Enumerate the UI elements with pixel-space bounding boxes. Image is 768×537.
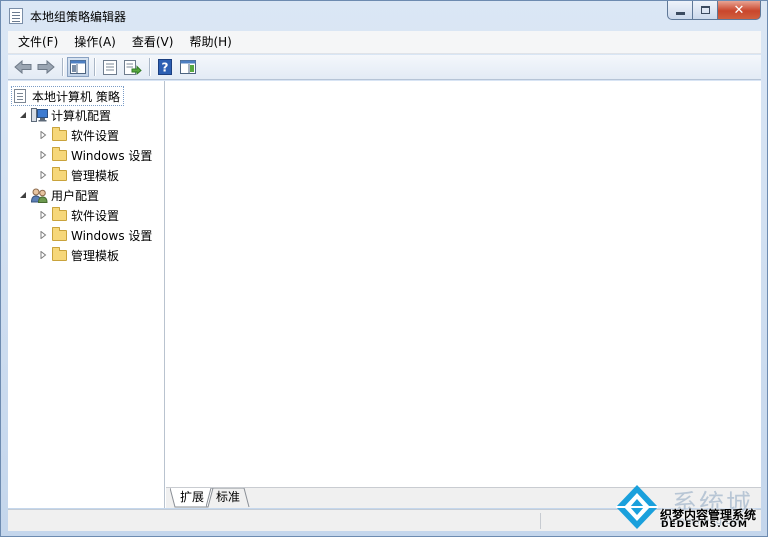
svg-text:?: ? (162, 61, 169, 75)
title-bar[interactable]: 本地组策略编辑器 ✕ (1, 1, 767, 31)
maximize-icon (700, 6, 710, 14)
tree-root-label: 本地计算机 策略 (32, 89, 120, 104)
show-action-pane-icon (180, 60, 196, 74)
content-area: 本地计算机 策略 计算机配置 软件设置 Windows 设置 管理模板 用户配置… (8, 81, 761, 508)
policy-document-icon (9, 8, 23, 24)
folder-icon (51, 227, 67, 243)
show-action-pane-button[interactable] (177, 57, 199, 77)
expanded-arrow-icon[interactable] (17, 109, 29, 121)
windows-logo-icon (616, 485, 658, 529)
tab-extended[interactable]: 扩展 (170, 488, 214, 508)
folder-icon (51, 127, 67, 143)
menu-view[interactable]: 查看(V) (124, 31, 182, 54)
show-hide-tree-button[interactable] (67, 57, 89, 77)
menu-help[interactable]: 帮助(H) (181, 31, 239, 54)
collapsed-arrow-icon[interactable] (37, 209, 49, 221)
tree-item-computer-software-settings[interactable]: 软件设置 (37, 125, 119, 145)
tree-item-computer-windows-settings[interactable]: Windows 设置 (37, 145, 152, 165)
collapsed-arrow-icon[interactable] (37, 169, 49, 181)
menu-bar: 文件(F) 操作(A) 查看(V) 帮助(H) (8, 31, 761, 54)
properties-icon (103, 59, 117, 75)
tree-item-label: 计算机配置 (51, 108, 112, 123)
window-controls: ✕ (667, 1, 761, 20)
collapsed-arrow-icon[interactable] (37, 129, 49, 141)
tab-label: 标准 (216, 490, 241, 504)
collapsed-arrow-icon[interactable] (37, 229, 49, 241)
forward-arrow-icon (37, 60, 55, 74)
expanded-arrow-icon[interactable] (17, 189, 29, 201)
help-icon: ? (158, 59, 172, 75)
toolbar-separator (94, 58, 95, 76)
folder-icon (51, 247, 67, 263)
folder-icon (51, 207, 67, 223)
tree-root[interactable]: 本地计算机 策略 (11, 86, 124, 106)
tree-item-user-config[interactable]: 用户配置 (17, 185, 99, 205)
tree-item-user-windows-settings[interactable]: Windows 设置 (37, 225, 152, 245)
users-icon (30, 187, 48, 203)
show-hide-tree-icon (70, 60, 86, 74)
tree-item-label: 管理模板 (71, 248, 120, 263)
export-list-button[interactable] (122, 57, 144, 77)
window-title: 本地组策略编辑器 (30, 10, 127, 24)
policy-document-icon (12, 88, 28, 104)
forward-button[interactable] (35, 57, 57, 77)
menu-action[interactable]: 操作(A) (66, 31, 124, 54)
tree-item-user-software-settings[interactable]: 软件设置 (37, 205, 119, 225)
collapsed-arrow-icon[interactable] (37, 149, 49, 161)
tree-item-computer-config[interactable]: 计算机配置 (17, 105, 111, 125)
tree-item-user-admin-templates[interactable]: 管理模板 (37, 245, 119, 265)
status-divider (540, 513, 541, 529)
tree-item-label: 软件设置 (71, 208, 120, 223)
tree-item-computer-admin-templates[interactable]: 管理模板 (37, 165, 119, 185)
tree-item-label: 软件设置 (71, 128, 120, 143)
tree-item-label: 用户配置 (51, 188, 100, 203)
folder-icon (51, 147, 67, 163)
tree-item-label: Windows 设置 (71, 228, 153, 243)
tree-pane[interactable]: 本地计算机 策略 计算机配置 软件设置 Windows 设置 管理模板 用户配置… (8, 81, 165, 508)
minimize-icon (675, 11, 685, 15)
close-button[interactable]: ✕ (718, 1, 761, 20)
watermark-line2: DEDECMS.COM (661, 520, 748, 530)
back-button[interactable] (12, 57, 34, 77)
export-list-icon (124, 59, 142, 75)
toolbar: ? (8, 55, 761, 80)
close-icon: ✕ (733, 2, 745, 18)
properties-button[interactable] (99, 57, 121, 77)
computer-icon (31, 107, 48, 123)
back-arrow-icon (14, 60, 32, 74)
toolbar-separator (62, 58, 63, 76)
collapsed-arrow-icon[interactable] (37, 249, 49, 261)
toolbar-separator (149, 58, 150, 76)
tree-item-label: 管理模板 (71, 168, 120, 183)
tab-label: 扩展 (180, 490, 205, 504)
maximize-button[interactable] (693, 1, 718, 20)
tree-item-label: Windows 设置 (71, 148, 153, 163)
menu-file[interactable]: 文件(F) (8, 31, 66, 54)
watermark: 系统城 xitongcheng.com 织梦内容管理系统 DEDECMS.COM (612, 481, 768, 537)
minimize-button[interactable] (667, 1, 693, 20)
detail-pane[interactable]: 扩展 标准 (166, 81, 761, 508)
folder-icon (51, 167, 67, 183)
tab-standard[interactable]: 标准 (206, 488, 250, 508)
window-frame: 本地组策略编辑器 ✕ 文件(F) 操作(A) 查看(V) 帮助(H) ? 本地计… (0, 0, 768, 537)
help-button[interactable]: ? (154, 57, 176, 77)
